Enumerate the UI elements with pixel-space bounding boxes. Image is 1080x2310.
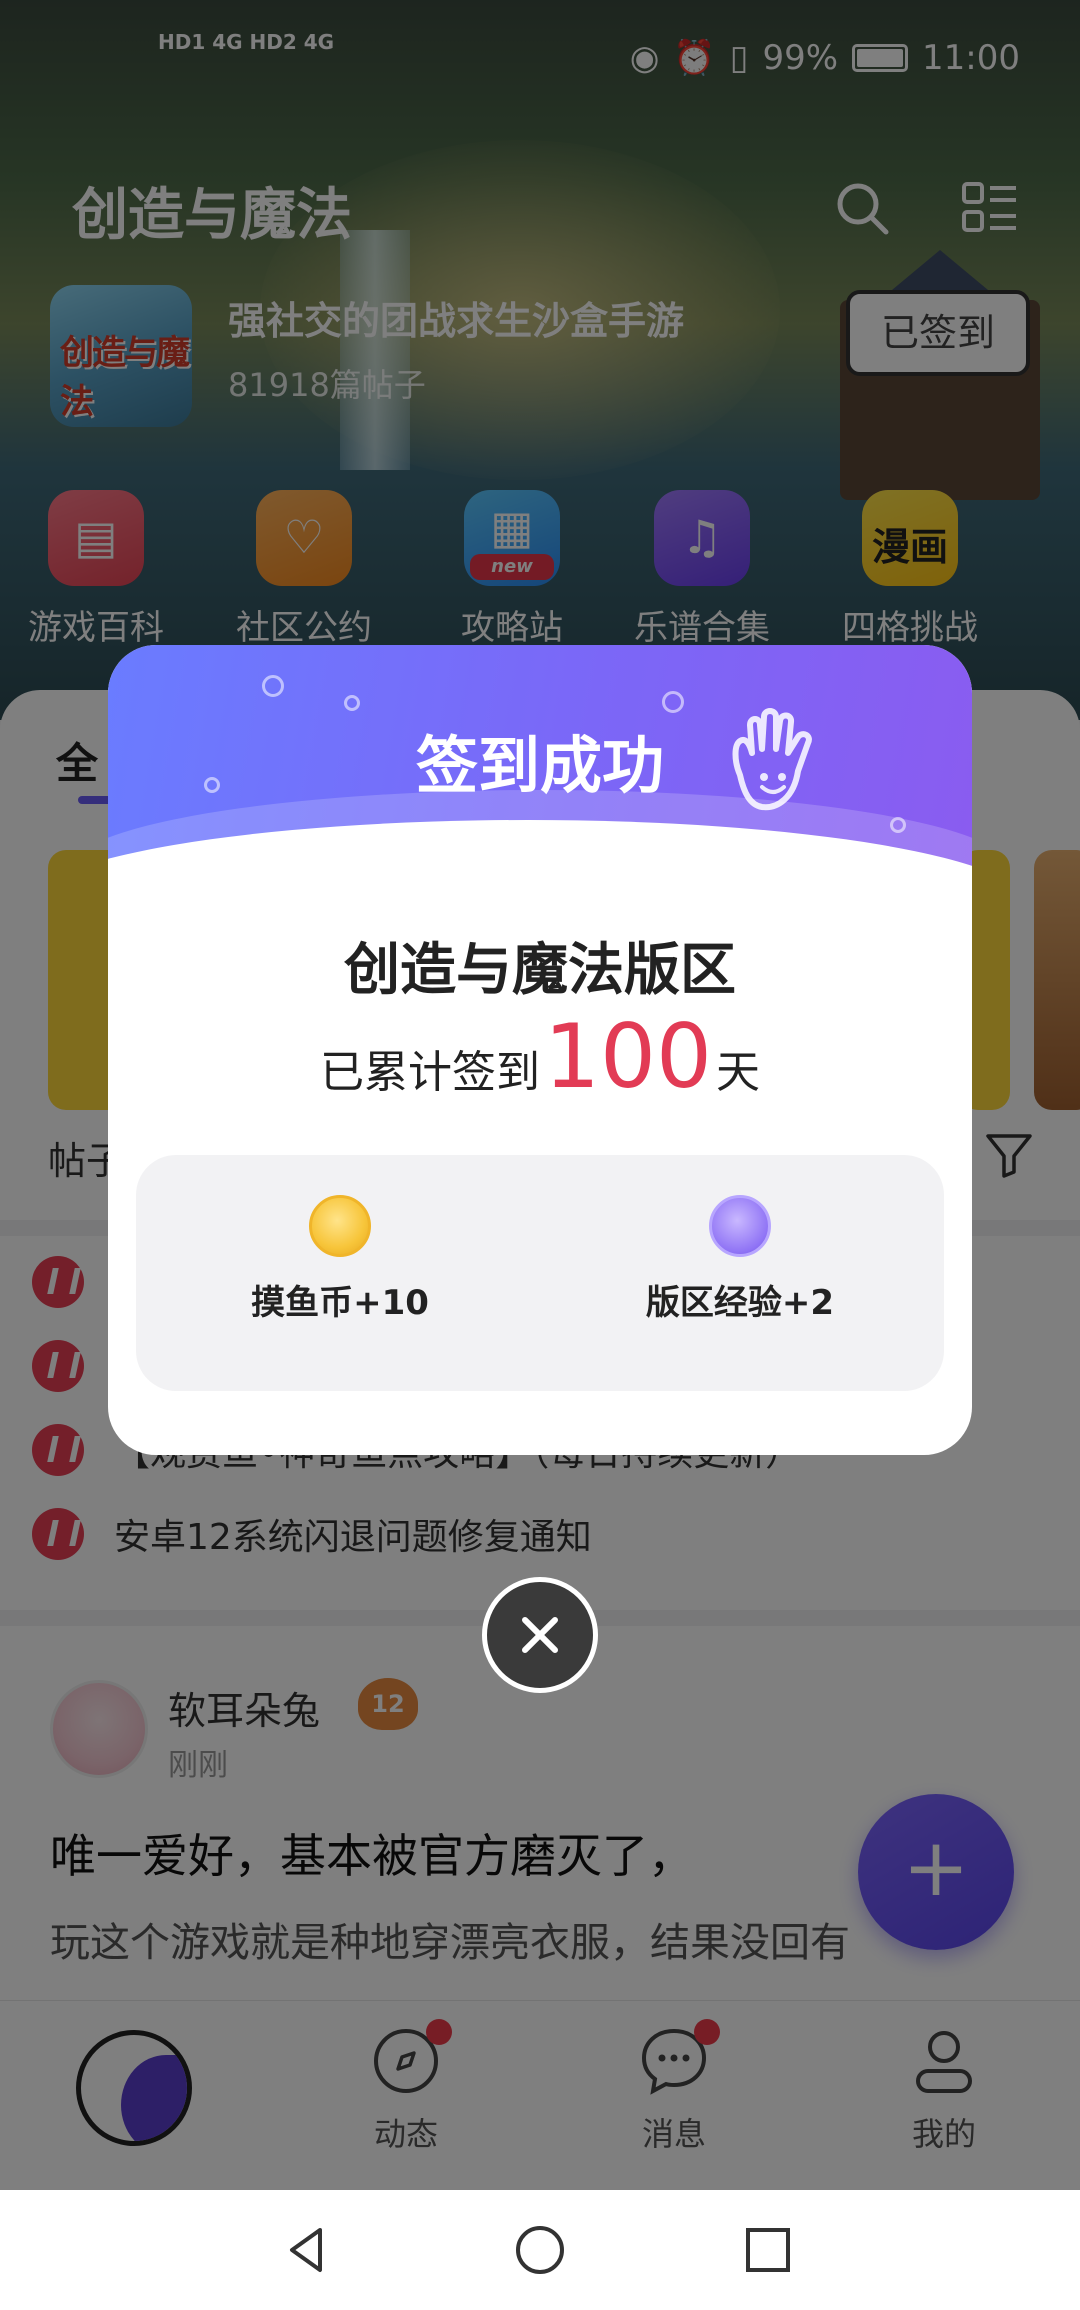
home-icon[interactable] — [512, 2222, 568, 2278]
back-icon[interactable] — [280, 2222, 336, 2278]
reward-item: 摸鱼币+10 — [190, 1195, 490, 1324]
system-nav-bar — [0, 2190, 1080, 2310]
dialog-header: 签到成功 — [108, 645, 972, 990]
experience-star-icon — [709, 1195, 771, 1257]
dialog-forum-name: 创造与魔法版区 — [344, 938, 736, 1003]
bubble-decoration — [262, 675, 284, 697]
checkin-days: 已累计签到100天 — [108, 1005, 972, 1108]
rewards-panel: 摸鱼币+10 版区经验+2 — [136, 1155, 944, 1391]
dialog-title: 签到成功 — [415, 729, 664, 802]
checkin-days-count: 100 — [544, 1005, 712, 1108]
checkin-days-prefix: 已累计签到 — [320, 1047, 541, 1098]
fish-coin-icon — [309, 1195, 371, 1257]
checkin-success-dialog: 签到成功 创造与魔法版区 已累计签到100天 摸鱼币+10 版区经验+2 — [108, 645, 972, 1455]
reward-label: 版区经验+2 — [645, 1283, 835, 1323]
reward-item: 版区经验+2 — [590, 1195, 890, 1324]
reward-label: 摸鱼币+10 — [251, 1283, 429, 1323]
waving-hand-icon — [720, 705, 830, 825]
checkin-days-suffix: 天 — [715, 1047, 760, 1098]
bubble-decoration — [344, 695, 360, 711]
recent-apps-icon[interactable] — [740, 2222, 796, 2278]
close-dialog-button[interactable] — [482, 1577, 598, 1693]
screen: HD1 4G HD2 4G ◉ ⏰ ▯ 99% 11:00 创造与魔法 创造与魔… — [0, 0, 1080, 2310]
bubble-decoration — [890, 817, 906, 833]
bubble-decoration — [662, 691, 684, 713]
